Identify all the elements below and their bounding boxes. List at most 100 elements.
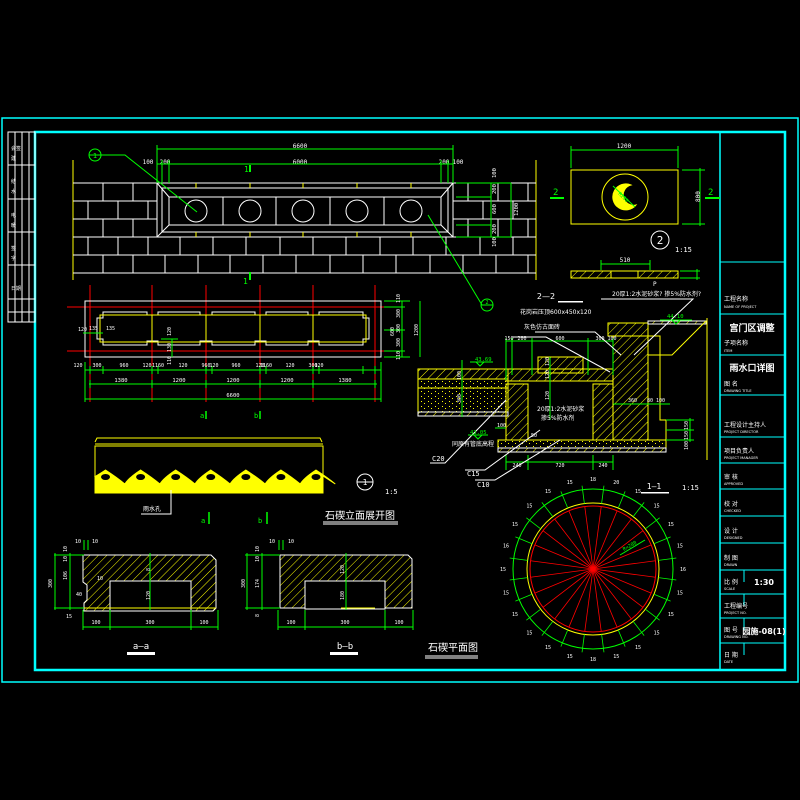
stone-elevation-unfolded: [94, 437, 336, 494]
elev-height-dim-1: 100: [492, 168, 498, 178]
plan-right-inner: 600: [390, 327, 396, 336]
weep-hole: [240, 473, 252, 481]
elev-height-dim-5: 100: [492, 237, 498, 247]
bb-top-dim-2: 10: [288, 539, 294, 545]
signature-label: 会签: [11, 145, 21, 152]
signature-label: 签: [11, 245, 16, 252]
bb-total-height: 300: [241, 579, 247, 588]
perimeter-dim: 16: [503, 544, 509, 550]
perimeter-dim: 15: [567, 480, 573, 486]
plan-bottom-dim: 120: [314, 363, 323, 369]
bb-title: b—b: [337, 642, 353, 652]
dim-extension: [645, 608, 660, 621]
perimeter-dim: 15: [545, 489, 551, 495]
stone-section-b: b: [258, 517, 262, 525]
s22-mid-dim-3: 100: [656, 398, 665, 404]
project-leader-label: 项目负责人: [724, 447, 754, 455]
plan-vdim-2: 130: [167, 343, 173, 352]
s22-note-slab: 花岗岩压顶600x450x120: [520, 308, 592, 316]
date-label-en: DATE: [724, 660, 733, 664]
plan-bottom-dim: 960: [119, 363, 128, 369]
perimeter-dim: 15: [526, 631, 532, 637]
s22-right-dim-3: 100: [684, 441, 690, 450]
plan-left-dim-2: 135: [89, 326, 98, 332]
aa-bottom-dim-1: 100: [91, 620, 100, 626]
perimeter-dim: 15: [668, 522, 674, 528]
bb-top-dim-1: 10: [269, 539, 275, 545]
material-c10: C10: [477, 481, 490, 489]
bb-inner-dim-1: 120: [340, 565, 346, 574]
approved-label: 审 核: [724, 473, 738, 481]
dim-extension: [581, 485, 585, 504]
plan-span-dim: 1200: [226, 378, 239, 384]
aa-bottom-dim-3: 100: [199, 620, 208, 626]
bb-left-dim-3: 174: [255, 579, 261, 588]
aa-top-dim-1: 10: [75, 539, 81, 545]
s22-bottom-dim-2: 720: [555, 463, 564, 469]
s11-scale: 1:15: [682, 484, 699, 492]
cad-drawing-sheet: 会签建结水电暖签字日期 工程名称 NAME OF PROJECT 宫门区调整 子…: [1, 117, 799, 683]
perimeter-dim: 15: [503, 590, 509, 596]
plan-right-dim-1: 110: [396, 294, 402, 303]
plan-right-dim-4: 300: [396, 338, 402, 347]
stone-plan-circle: 18 20 15 15 15 15 16 15 15 15 15 15 18 15 15 15 15 15 15 16…: [500, 477, 686, 663]
signature-label: 结: [11, 178, 16, 185]
plan-bottom-dim: 120: [209, 363, 218, 369]
approved-label-en: APPROVED: [724, 482, 743, 486]
s22-note-mid2: 掺5%防水剂: [541, 414, 575, 422]
s22-left-dim: 100: [497, 423, 506, 429]
project-name: 宫门区调整: [729, 322, 774, 334]
stone-elev-marker: 1: [363, 478, 368, 487]
drawing-name-label-en: DRAWING TITLE: [724, 389, 752, 393]
s11-underline: [641, 492, 669, 494]
dim-extension: [541, 502, 554, 517]
signature-label: 水: [11, 188, 16, 195]
plan-bottom-dim: 1160: [260, 363, 272, 369]
s22-note-top: 20厚1:2水泥砂浆? 掺5%防水剂?: [612, 290, 701, 298]
drawn-label-en: DRAWN: [724, 563, 738, 567]
perimeter-dim: 15: [500, 567, 506, 573]
chief-designer-label: 工程设计主持人: [724, 421, 766, 429]
material-c20: C20: [432, 455, 445, 463]
dim-extension: [658, 577, 677, 581]
dim-extension: [601, 485, 605, 504]
scale-label: 比 例: [724, 578, 738, 586]
perimeter-dim: 15: [668, 612, 674, 618]
stone-elev-scale: 1:5: [385, 488, 398, 496]
perimeter-dim: 15: [613, 654, 619, 660]
aa-left-dim-5: 15: [66, 614, 72, 620]
perimeter-dim: 15: [512, 522, 518, 528]
s22-top-dim-5: 100: [607, 336, 616, 342]
dim-extension: [526, 517, 541, 530]
chief-designer-label-en: PROJECT DIRECTOR: [724, 430, 759, 434]
perimeter-dim: 15: [545, 645, 551, 651]
s22-bottom-dim-1: 240: [512, 463, 521, 469]
stone-callout: 雨水孔: [143, 505, 161, 513]
s22-note-bottom: 同原有管底高程: [452, 440, 494, 448]
s22-right-dim-2: 150: [684, 431, 690, 440]
plan-left-dim-1: 120: [78, 327, 87, 333]
stone-elev-title: 石碶立面展开图: [325, 509, 395, 522]
s22-callout-marker: 2: [485, 300, 488, 306]
grate-slab-mark: P: [653, 281, 657, 288]
aa-left-dim-2: 10: [63, 556, 69, 562]
aa-inner-dim-3: 120: [146, 591, 152, 600]
weep-hole: [205, 473, 217, 481]
perimeter-dim: 15: [512, 612, 518, 618]
perimeter-dim: 15: [526, 503, 532, 509]
s22-title: 2—2: [537, 292, 555, 301]
s22-vdim-3: 300: [457, 394, 463, 403]
plan-vdim-1: 120: [167, 327, 173, 336]
aa-title: a—a: [133, 642, 149, 652]
stone-plan-radius: R=280: [622, 540, 638, 553]
s22-note-mid: 20厚1:2水泥砂浆: [537, 405, 584, 413]
plan-bottom-dim: 960: [231, 363, 240, 369]
plan-span-dim: 1380: [114, 378, 127, 384]
plan-bottom-dim: 1160: [152, 363, 164, 369]
signature-label: 日期: [11, 286, 21, 292]
s22-vdim-1: 120: [545, 357, 551, 366]
perimeter-dim: 16: [680, 567, 686, 573]
weep-hole: [100, 473, 112, 481]
checked-label-en: CHECKED: [724, 509, 741, 513]
s22-top-dim-4: 300: [595, 336, 604, 342]
